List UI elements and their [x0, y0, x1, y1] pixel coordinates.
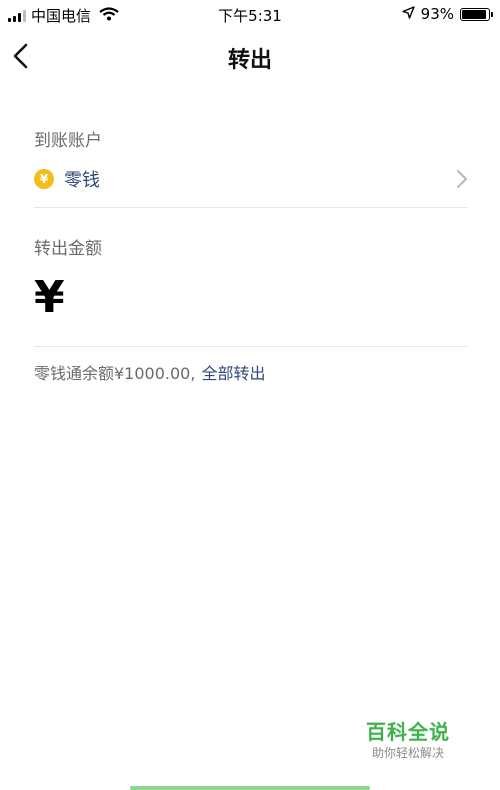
watermark-subtitle: 助你轻松解决	[372, 746, 445, 760]
destination-account-row[interactable]: ¥ 零钱	[34, 164, 468, 194]
nav-bar: 转出	[0, 28, 500, 84]
battery-percent: 93%	[420, 5, 454, 23]
status-bar: 中国电信 下午5:31 93%	[0, 0, 500, 28]
divider	[34, 207, 468, 208]
chevron-right-icon	[457, 170, 467, 188]
balance-line: 零钱通余额¥1000.00, 全部转出	[34, 360, 265, 384]
battery-fill	[462, 9, 487, 19]
account-name: 零钱	[64, 170, 100, 191]
status-right: 93%	[401, 5, 493, 23]
divider	[34, 346, 468, 347]
currency-symbol[interactable]: ¥	[34, 272, 65, 323]
location-arrow-icon	[401, 5, 415, 23]
amount-label: 转出金额	[34, 239, 102, 259]
page-title: 转出	[227, 48, 272, 73]
battery-icon	[460, 7, 493, 21]
withdraw-all-link[interactable]: 全部转出	[201, 364, 265, 383]
balance-text: 零钱通余额¥1000.00,	[34, 364, 196, 383]
coin-yuan-icon: ¥	[34, 169, 54, 189]
bottom-bar	[130, 786, 370, 790]
watermark-title: 百科全说	[366, 720, 450, 744]
destination-label: 到账账户	[34, 131, 102, 151]
